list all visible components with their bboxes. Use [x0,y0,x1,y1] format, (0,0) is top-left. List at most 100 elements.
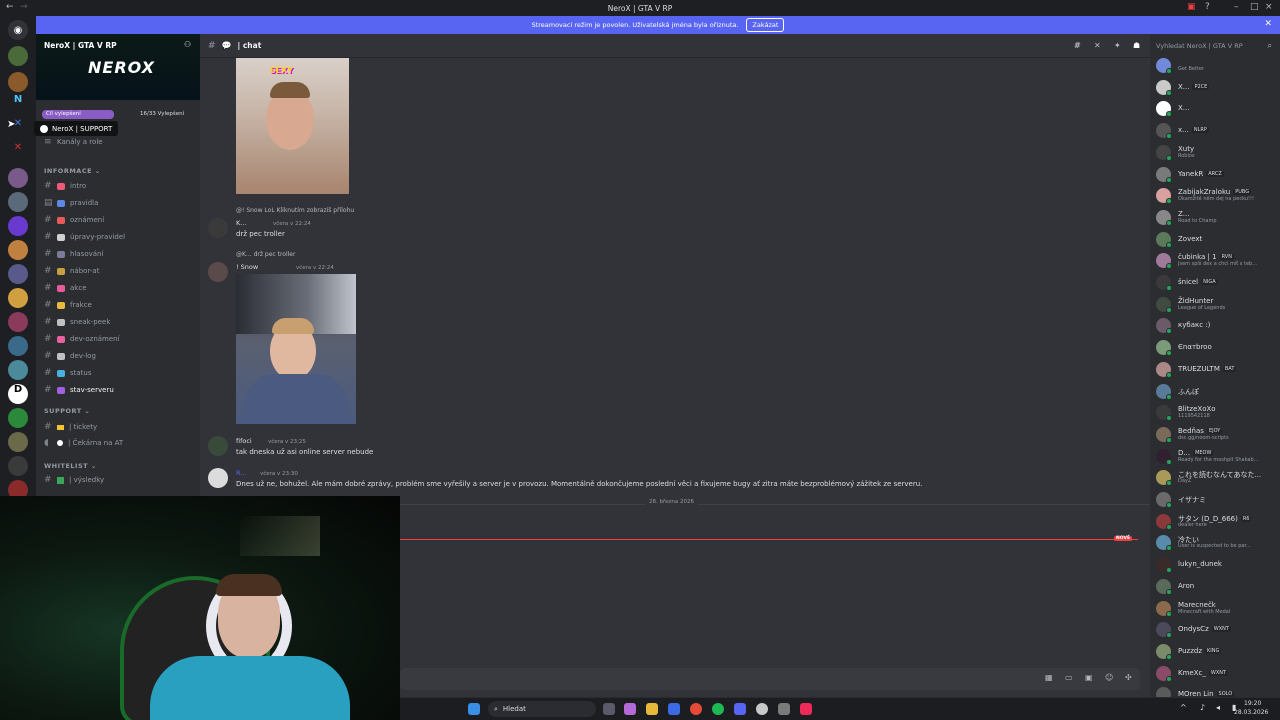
member-row[interactable]: Z... Road to Champ [1156,208,1280,226]
tiktok-icon[interactable] [800,703,812,715]
file-explorer-icon[interactable] [646,703,658,715]
member-row[interactable]: ŽidHunter League of Legends [1156,295,1280,313]
member-row[interactable]: Zovext [1156,230,1280,248]
channels-and-roles[interactable]: ≡ Kanály a role [44,135,103,149]
message-composer[interactable]: ▦ ▭ ▣ ☺ ✣ [400,668,1140,690]
member-row[interactable]: X... [1156,99,1280,118]
windows-start-icon[interactable] [468,703,480,715]
server-banner[interactable]: NeroX | GTA V RP ⚇ NEROX [36,34,200,100]
task-view-icon[interactable] [603,703,615,715]
member-row[interactable]: lukyn_dunek [1156,555,1280,574]
member-row[interactable]: Bedňas EJOY dsc.gg/noom-scripts [1156,425,1280,443]
avatar[interactable] [208,436,228,456]
server-icon[interactable] [8,46,28,66]
discord-icon[interactable] [734,703,746,715]
member-row[interactable]: Єnαтbroo [1156,338,1280,357]
attachment-image[interactable]: SEXY [236,58,349,194]
channel-oznámení[interactable]: # oznámení [44,213,104,227]
chrome-icon[interactable] [690,703,702,715]
member-row[interactable]: кубакс :) [1156,316,1280,335]
member-row[interactable]: OndysCz WXNT [1156,620,1280,639]
reply-preview[interactable]: @! Snow LoL Kliknutím zobrazíš přílohu [236,207,354,214]
channel-akce[interactable]: # akce [44,281,87,295]
server-icon[interactable] [8,360,28,380]
server-icon[interactable] [8,72,28,92]
invite-icon[interactable]: ⚇ [184,40,191,49]
inbox-icon[interactable]: ▣ [1187,2,1196,12]
server-icon[interactable]: ✕ [8,142,28,162]
reply-preview[interactable]: @K... drž pec troller [236,251,295,258]
avatar[interactable] [208,262,228,282]
channel-dev-log[interactable]: # dev-log [44,349,96,363]
member-row[interactable]: ZabijakZraloku PUBG Okamžitě něm dej na pe… [1156,186,1280,205]
channel-status[interactable]: # status [44,366,92,380]
channel-frakce[interactable]: # frakce [44,298,92,312]
channel-nábor-at[interactable]: # nábor-at [44,264,99,278]
help-icon[interactable]: ? [1205,2,1210,12]
gift-icon[interactable]: ▦ [1045,673,1053,682]
member-row[interactable]: サタン (D_D_666) R6 dealer here [1156,512,1280,530]
channel-sneak-peek[interactable]: # sneak-peek [44,315,110,329]
server-icon[interactable] [8,312,28,332]
channel-úpravy-pravidel[interactable]: # úpravy-pravidel [44,230,125,244]
member-row[interactable]: これを読むなんてあなた... DayZ [1156,468,1280,487]
message-username[interactable]: ! Snow [236,263,258,271]
server-icon[interactable] [8,168,28,188]
member-row[interactable]: Puzzdz KING [1156,642,1280,660]
taskbar-date[interactable]: 28.03.2026 [1234,709,1268,716]
taskbar-time[interactable]: 19:20 [1244,700,1261,707]
channel-pravidla[interactable]: ▤ pravidla [44,196,98,210]
copilot-icon[interactable] [624,703,636,715]
member-row[interactable]: Aron [1156,577,1280,595]
member-row[interactable]: x... NLRP [1156,121,1280,140]
forward-icon[interactable]: → [20,2,28,12]
avatar[interactable] [208,218,228,238]
server-icon[interactable] [8,216,28,236]
category-whitelist[interactable]: WHITELIST ⌄ [44,462,97,470]
banner-close-icon[interactable]: ✕ [1264,19,1272,29]
category-informace[interactable]: INFORMACE ⌄ [44,167,101,175]
server-icon[interactable] [8,264,28,284]
member-list-icon[interactable]: ☗ [1133,41,1140,50]
channel-stav-serveru[interactable]: # stav-serveru [44,383,114,397]
back-icon[interactable]: ← [6,2,14,12]
nerox-server-icon[interactable]: N [8,94,28,114]
server-icon[interactable] [8,336,28,356]
member-row[interactable]: イザナミ [1156,490,1280,508]
spotify-icon[interactable] [712,703,724,715]
message-username[interactable]: fifoci [236,437,252,445]
member-row[interactable]: YanekR ARCZ [1156,165,1280,183]
volume-icon[interactable]: ◂ [1216,703,1220,712]
channel-vysledky[interactable]: # | výsledky [44,473,104,487]
threads-icon[interactable]: # [1074,41,1081,50]
member-search-input[interactable]: Vyhledat NeroX | GTA V RP ⌕ [1150,38,1280,54]
pin-icon[interactable]: ✦ [1114,41,1121,50]
channel-intro[interactable]: # intro [44,179,86,193]
message-username[interactable]: K... [236,219,246,227]
minimize-icon[interactable]: – [1234,2,1239,12]
category-support[interactable]: SUPPORT ⌄ [44,407,90,415]
server-icon[interactable] [8,432,28,452]
sticker-icon[interactable]: ▣ [1085,673,1093,682]
apps-icon[interactable]: ✣ [1125,673,1132,682]
discord-home-icon[interactable]: ◉ [8,20,28,40]
member-row[interactable]: šnicel NIGA [1156,273,1280,291]
server-icon[interactable] [8,288,28,308]
channel-hlasování[interactable]: # hlasování [44,247,103,261]
boost-progress[interactable]: Cíl vylepšení 16/33 Vylepšení [42,110,194,119]
member-row[interactable]: 冷たい User is suspected to be par... [1156,533,1280,552]
server-icon[interactable]: D [8,384,28,404]
channel-cekarna-na-at[interactable]: ◖ | Čekárna na AT [44,436,123,450]
store-icon[interactable] [668,703,680,715]
member-row[interactable]: ふんぽ [1156,382,1280,400]
member-row[interactable]: X... P2CE [1156,78,1280,96]
taskbar-search[interactable]: ⌕ Hledat [488,701,596,717]
app-icon[interactable] [756,703,768,715]
member-row[interactable]: BlitzeXoXo 1119542118 [1156,403,1280,422]
channel-tickety[interactable]: # | tickety [44,420,97,434]
tray-chevron-icon[interactable]: ^ [1180,703,1187,712]
app-icon[interactable] [778,703,790,715]
server-icon[interactable] [8,192,28,212]
server-name[interactable]: NeroX | GTA V RP [44,41,117,50]
channel-dev-oznámení[interactable]: # dev-oznámení [44,332,120,346]
